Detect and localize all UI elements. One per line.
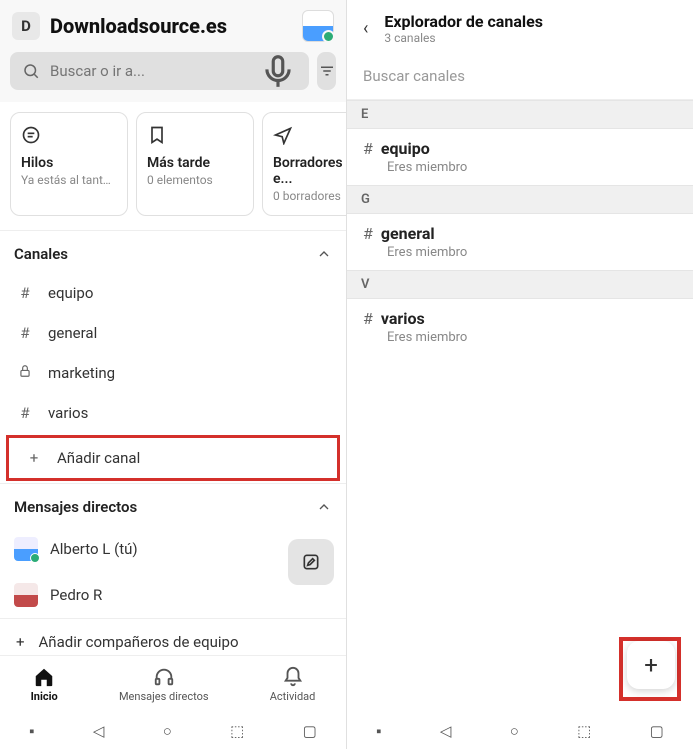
avatar: [14, 583, 38, 607]
channel-varios[interactable]: # varios: [0, 393, 346, 433]
plus-icon: +: [25, 449, 43, 467]
dot-icon: ▪: [376, 722, 381, 740]
system-nav: ▪ ◁ ○ ⬚ ▢: [347, 713, 693, 749]
card-threads[interactable]: Hilos Ya estás al tanto ...: [10, 112, 128, 216]
channel-label: varios: [48, 404, 88, 422]
channel-label: marketing: [48, 364, 115, 382]
channel-general[interactable]: # general: [0, 313, 346, 353]
card-later-sub: 0 elementos: [147, 173, 243, 187]
back-icon[interactable]: ◁: [93, 722, 105, 740]
channel-label: equipo: [48, 284, 93, 302]
back-icon[interactable]: ◁: [440, 722, 452, 740]
channel-member-status: Eres miembro: [387, 330, 677, 345]
hash-icon: #: [363, 139, 373, 158]
mic-icon[interactable]: [259, 52, 297, 90]
thread-icon: [21, 125, 41, 145]
home-icon: [33, 666, 55, 688]
divider-g: G: [347, 185, 693, 214]
recent-icon[interactable]: ⬚: [230, 722, 244, 740]
dms-label: Mensajes directos: [14, 498, 137, 516]
card-later-title: Más tarde: [147, 155, 243, 171]
explorer-sub: 3 canales: [384, 31, 543, 45]
add-channel-label: Añadir canal: [57, 449, 140, 467]
plus-icon: +: [16, 633, 25, 651]
bell-icon: [282, 666, 304, 688]
dm-name: Alberto L (tú): [50, 540, 138, 558]
workspace-name[interactable]: Downloadsource.es: [50, 14, 292, 38]
nav-activity[interactable]: Actividad: [270, 666, 316, 703]
add-teammates-label: Añadir compañeros de equipo: [39, 633, 239, 651]
channels-section-header[interactable]: Canales: [0, 230, 346, 273]
dms-section-header[interactable]: Mensajes directos: [0, 483, 346, 526]
system-nav: ▪ ◁ ○ ⬚ ▢: [0, 713, 346, 749]
channel-label: general: [48, 324, 97, 342]
compose-button[interactable]: [288, 539, 334, 585]
explorer-search[interactable]: Buscar canales: [347, 57, 693, 100]
card-drafts-sub: 0 borradores: [273, 189, 346, 203]
explorer-channel-equipo[interactable]: # equipo Eres miembro: [347, 129, 693, 185]
channels-label: Canales: [14, 245, 68, 263]
channel-name: general: [381, 224, 435, 243]
filter-icon: [318, 62, 336, 80]
hash-icon: #: [16, 404, 34, 422]
square-icon[interactable]: ▢: [650, 722, 664, 740]
send-icon: [273, 125, 293, 145]
nav-activity-label: Actividad: [270, 690, 316, 703]
search-icon: [22, 62, 40, 80]
divider-v: V: [347, 270, 693, 299]
plus-icon: +: [644, 651, 658, 679]
add-channel-button[interactable]: + Añadir canal: [9, 438, 337, 478]
card-drafts[interactable]: Borradores y e... 0 borradores: [262, 112, 346, 216]
search-box[interactable]: [10, 52, 309, 90]
channel-name: varios: [381, 309, 425, 328]
explorer-title: Explorador de canales: [384, 12, 543, 31]
channel-name: equipo: [381, 139, 430, 158]
home-icon[interactable]: ○: [163, 722, 172, 740]
back-button[interactable]: ‹: [363, 18, 368, 39]
card-drafts-title: Borradores y e...: [273, 155, 346, 187]
lock-icon: [16, 364, 34, 382]
hash-icon: #: [16, 284, 34, 302]
compose-icon: [301, 552, 321, 572]
recent-icon[interactable]: ⬚: [577, 722, 591, 740]
headphones-icon: [153, 666, 175, 688]
card-later[interactable]: Más tarde 0 elementos: [136, 112, 254, 216]
explorer-channel-varios[interactable]: # varios Eres miembro: [347, 299, 693, 355]
add-teammates-button[interactable]: + Añadir compañeros de equipo: [0, 618, 346, 655]
hash-icon: #: [363, 309, 373, 328]
user-avatar[interactable]: [302, 10, 334, 42]
create-channel-fab[interactable]: +: [627, 641, 675, 689]
dot-icon: ▪: [29, 722, 34, 740]
home-icon[interactable]: ○: [510, 722, 519, 740]
dm-name: Pedro R: [50, 586, 102, 604]
workspace-badge[interactable]: D: [12, 12, 40, 40]
card-threads-sub: Ya estás al tanto ...: [21, 173, 117, 187]
hash-icon: #: [16, 324, 34, 342]
bookmark-icon: [147, 125, 167, 145]
chevron-up-icon: [316, 499, 332, 515]
nav-dms[interactable]: Mensajes directos: [119, 666, 209, 703]
avatar: [14, 537, 38, 561]
chevron-up-icon: [316, 246, 332, 262]
hash-icon: #: [363, 224, 373, 243]
nav-home[interactable]: Inicio: [31, 666, 58, 703]
card-threads-title: Hilos: [21, 155, 117, 171]
nav-home-label: Inicio: [31, 690, 58, 703]
channel-marketing[interactable]: marketing: [0, 353, 346, 393]
explorer-channel-general[interactable]: # general Eres miembro: [347, 214, 693, 270]
channel-member-status: Eres miembro: [387, 160, 677, 175]
search-input[interactable]: [50, 62, 249, 80]
square-icon[interactable]: ▢: [303, 722, 317, 740]
channel-member-status: Eres miembro: [387, 245, 677, 260]
channel-equipo[interactable]: # equipo: [0, 273, 346, 313]
nav-dms-label: Mensajes directos: [119, 690, 209, 703]
filter-button[interactable]: [317, 52, 336, 90]
divider-e: E: [347, 100, 693, 129]
